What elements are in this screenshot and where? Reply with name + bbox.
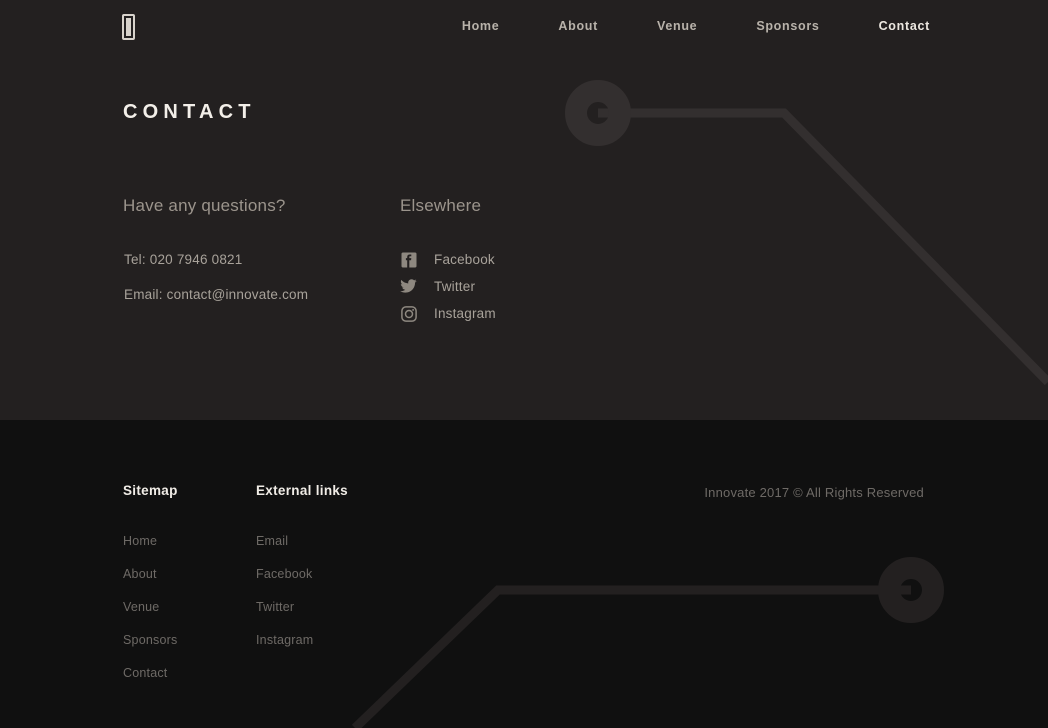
- nav-item-home[interactable]: Home: [462, 19, 500, 33]
- footer-sitemap-links: Home About Venue Sponsors Contact: [123, 525, 177, 690]
- site-footer: Sitemap Home About Venue Sponsors Contac…: [0, 420, 1048, 728]
- questions-heading: Have any questions?: [123, 196, 286, 215]
- site-header: Home About Venue Sponsors Contact: [0, 0, 1048, 56]
- footer-link-home[interactable]: Home: [123, 525, 177, 558]
- instagram-icon: [400, 305, 417, 322]
- social-label-facebook: Facebook: [434, 252, 495, 267]
- questions-column: Have any questions? Tel: 020 7946 0821 E…: [123, 196, 308, 302]
- social-label-twitter: Twitter: [434, 279, 476, 294]
- footer-link-sponsors[interactable]: Sponsors: [123, 624, 177, 657]
- nav-item-sponsors[interactable]: Sponsors: [756, 19, 819, 33]
- nav-item-contact[interactable]: Contact: [879, 19, 930, 33]
- innovate-logo[interactable]: [122, 14, 135, 40]
- social-link-instagram[interactable]: Instagram: [400, 300, 496, 327]
- contact-telephone: Tel: 020 7946 0821: [124, 252, 243, 267]
- elsewhere-column: Elsewhere Facebook Twitter Instagram: [400, 196, 496, 322]
- contact-email: Email: contact@innovate.com: [124, 287, 309, 302]
- footer-sitemap-column: Sitemap Home About Venue Sponsors Contac…: [123, 483, 178, 680]
- social-links-list: Facebook Twitter Instagram: [400, 246, 496, 327]
- footer-external-link-twitter[interactable]: Twitter: [256, 591, 313, 624]
- footer-external-link-email[interactable]: Email: [256, 525, 313, 558]
- contact-section: Home About Venue Sponsors Contact CONTAC…: [0, 0, 1048, 420]
- page-title: CONTACT: [123, 101, 256, 123]
- social-label-instagram: Instagram: [434, 306, 496, 321]
- nav-item-venue[interactable]: Venue: [657, 19, 697, 33]
- social-link-facebook[interactable]: Facebook: [400, 246, 496, 273]
- footer-external-column: External links Email Facebook Twitter In…: [256, 483, 348, 647]
- footer-link-about[interactable]: About: [123, 558, 177, 591]
- twitter-icon: [400, 278, 417, 295]
- social-link-twitter[interactable]: Twitter: [400, 273, 496, 300]
- facebook-icon: [400, 251, 417, 268]
- main-navigation: Home About Venue Sponsors Contact: [462, 19, 930, 33]
- footer-external-heading: External links: [256, 483, 348, 498]
- copyright-text: Innovate 2017 © All Rights Reserved: [704, 485, 924, 500]
- footer-external-link-facebook[interactable]: Facebook: [256, 558, 313, 591]
- footer-external-links: Email Facebook Twitter Instagram: [256, 525, 313, 657]
- footer-link-contact[interactable]: Contact: [123, 657, 177, 690]
- footer-link-venue[interactable]: Venue: [123, 591, 177, 624]
- elsewhere-heading: Elsewhere: [400, 196, 482, 215]
- page-root: Home About Venue Sponsors Contact CONTAC…: [0, 0, 1048, 728]
- footer-external-link-instagram[interactable]: Instagram: [256, 624, 313, 657]
- footer-sitemap-heading: Sitemap: [123, 483, 178, 498]
- nav-item-about[interactable]: About: [558, 19, 598, 33]
